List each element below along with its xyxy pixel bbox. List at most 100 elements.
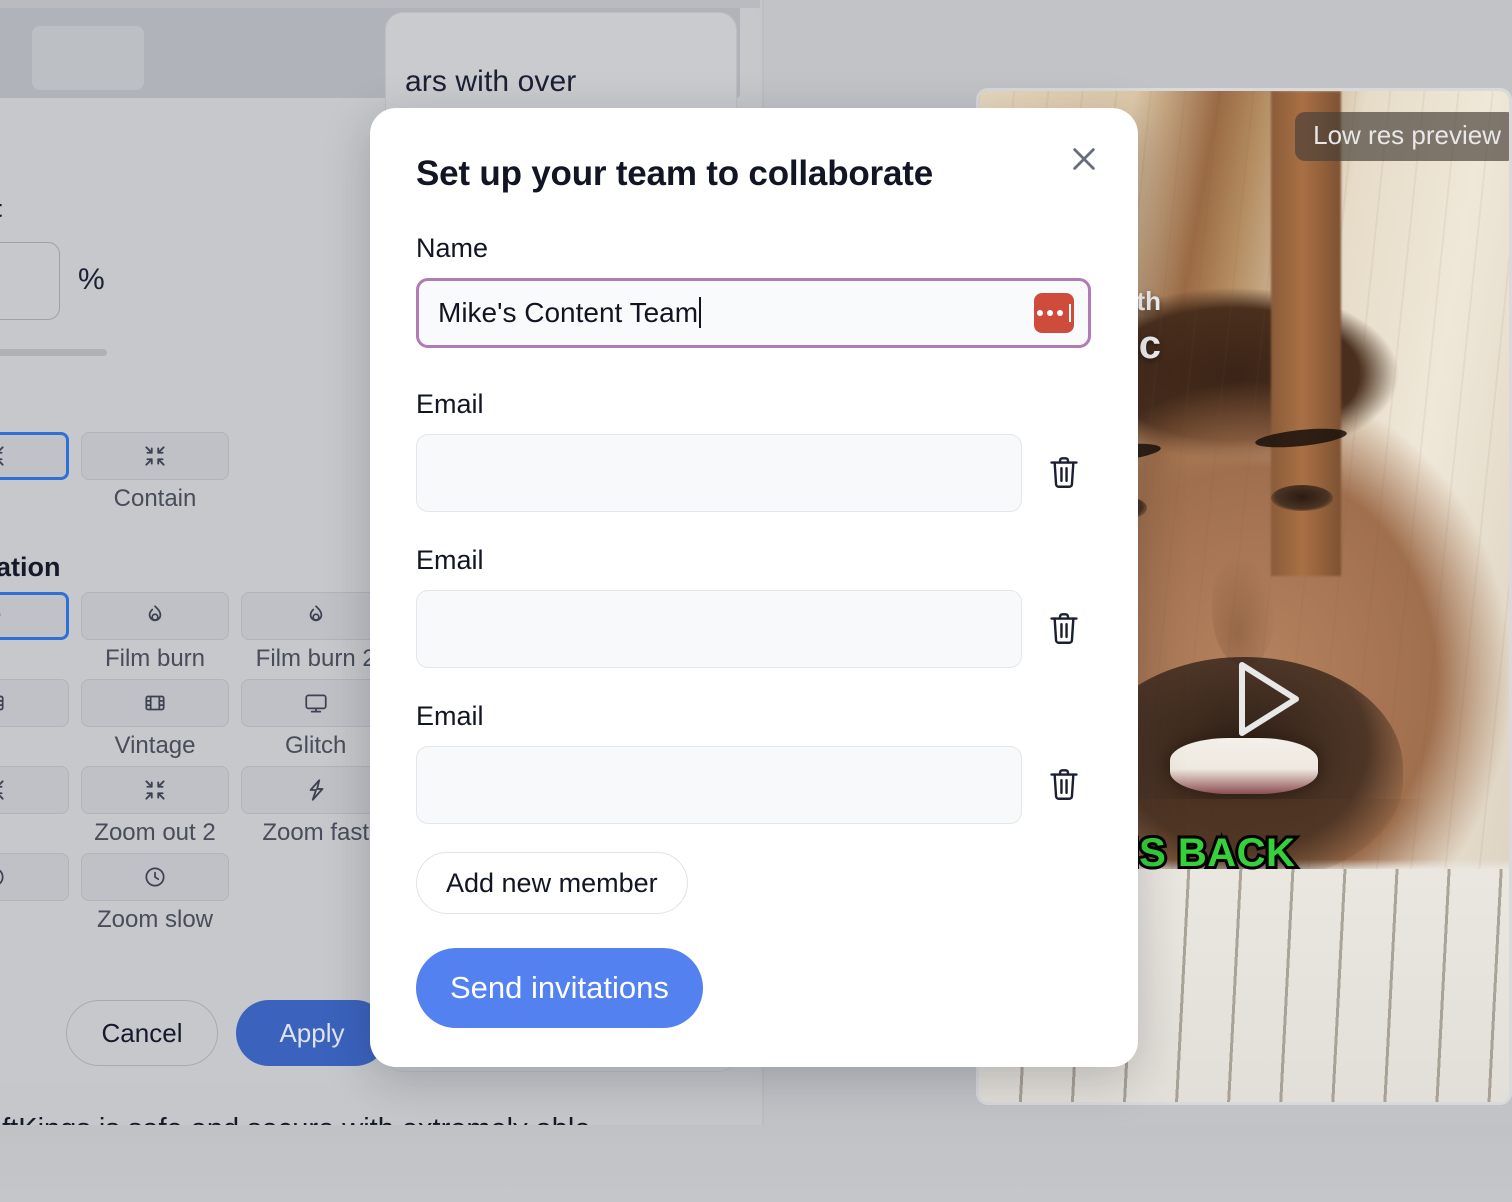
toolbar-chip[interactable] (32, 26, 144, 90)
preset-caption (0, 732, 69, 762)
preset-button[interactable] (80, 592, 230, 640)
play-icon[interactable] (1216, 651, 1312, 747)
text-caret (699, 297, 702, 328)
preset-cell-vintage[interactable]: Vintage (80, 679, 230, 762)
preset-cell-zoom-fast[interactable]: Zoom fast (241, 766, 391, 849)
preset-row: Zoom out 2 Zoom fast (0, 766, 391, 849)
preset-caption: Zoom out 2 (94, 819, 216, 846)
preset-button[interactable] (241, 679, 391, 727)
preset-cell-zoom-slow[interactable]: Zoom slow (80, 853, 230, 936)
preset-row: Film burn Film burn 2 (0, 592, 391, 675)
amount-number-input[interactable] (0, 242, 60, 320)
send-invitations-button[interactable]: Send invitations (416, 948, 703, 1028)
email-label: Email (416, 545, 484, 575)
preset-cell[interactable]: Contain (80, 432, 230, 515)
cancel-button[interactable]: Cancel (66, 1000, 218, 1066)
preset-caption: Zoom fast (262, 819, 370, 846)
zoom-out-icon (0, 443, 7, 469)
preset-caption (0, 645, 69, 675)
apply-button[interactable]: Apply (236, 1000, 388, 1066)
film-icon (142, 690, 168, 716)
screen-root: ars with over t % (0, 0, 1512, 1202)
animation-preset-grid: Film burn Film burn 2 Vintage Glitch Zoo… (0, 592, 391, 940)
preset-cell (241, 432, 390, 515)
password-manager-icon[interactable] (1034, 293, 1074, 333)
bottom-background (0, 1125, 1512, 1202)
preset-button[interactable] (241, 592, 391, 640)
email-input[interactable] (416, 434, 1022, 512)
preset-cell-zoom-out-2[interactable]: Zoom out 2 (80, 766, 230, 849)
trash-icon[interactable] (1042, 605, 1086, 653)
preset-row: Vintage Glitch (0, 679, 391, 762)
preset-button[interactable] (0, 853, 69, 901)
preset-row: Contain (0, 432, 390, 515)
email-row (416, 746, 1091, 824)
preset-cell[interactable] (0, 432, 69, 515)
trash-icon[interactable] (1042, 449, 1086, 497)
preset-button[interactable] (241, 766, 391, 814)
clock-icon (0, 864, 7, 890)
email-field-group-1: Email (416, 389, 1091, 512)
contain-icon (142, 443, 168, 469)
preset-cell-clipped[interactable] (0, 766, 69, 849)
preset-caption (0, 485, 69, 515)
preset-button[interactable] (0, 432, 69, 480)
percent-symbol: % (78, 263, 105, 296)
flame-icon (142, 603, 168, 629)
preset-cell-clipped[interactable] (0, 592, 69, 675)
preset-caption: Vintage (114, 732, 196, 759)
preset-caption (0, 906, 69, 936)
preset-button[interactable] (0, 766, 69, 814)
preset-cell-film-burn-2[interactable]: Film burn 2 (241, 592, 391, 675)
clock-icon (142, 864, 168, 890)
amount-slider[interactable] (0, 349, 107, 356)
top-strip (0, 0, 760, 8)
fit-preset-grid: Contain (0, 432, 390, 519)
zoom-out-icon (0, 777, 7, 803)
email-input[interactable] (416, 746, 1022, 824)
trash-icon[interactable] (1042, 761, 1086, 809)
preset-button[interactable] (0, 592, 69, 640)
preset-caption: Zoom slow (96, 906, 214, 933)
flame-icon (303, 603, 329, 629)
amount-label-fragment: t (0, 196, 2, 224)
name-input-value: Mike's Content Team (438, 297, 1034, 329)
email-label: Email (416, 389, 484, 419)
email-input[interactable] (416, 590, 1022, 668)
preset-row: Zoom slow (0, 853, 390, 936)
name-label: Name (416, 233, 489, 263)
email-field-group-3: Email (416, 701, 1091, 824)
nose (1212, 556, 1277, 667)
bolt-icon (303, 777, 329, 803)
preset-caption: Contain (113, 485, 197, 512)
preset-button[interactable] (0, 679, 69, 727)
preset-cell-glitch[interactable]: Glitch (241, 679, 391, 762)
email-label: Email (416, 701, 484, 731)
preset-cell-clipped[interactable] (0, 679, 69, 762)
email-row (416, 434, 1091, 512)
close-icon[interactable] (1062, 137, 1106, 181)
name-field-group: Name Mike's Content Team (416, 233, 1091, 348)
preset-button[interactable] (80, 853, 230, 901)
email-row (416, 590, 1091, 668)
email-field-group-2: Email (416, 545, 1091, 668)
preset-caption: Film burn (104, 645, 206, 672)
film-icon (0, 690, 7, 716)
page-title: Set up your team to collaborate (416, 154, 933, 193)
low-res-preview-badge: Low res preview (1295, 112, 1509, 161)
preset-button[interactable] (80, 432, 230, 480)
preset-cell (241, 853, 390, 936)
eye-right (1270, 485, 1333, 512)
name-input[interactable]: Mike's Content Team (416, 278, 1091, 348)
animation-section-label: nimation (0, 552, 61, 582)
zoom-out-icon (142, 777, 168, 803)
preset-button[interactable] (80, 679, 230, 727)
preset-button[interactable] (80, 766, 230, 814)
preset-cell-clipped[interactable] (0, 853, 69, 936)
preset-caption: Film burn 2 (255, 645, 376, 672)
team-setup-modal: Set up your team to collaborate Name Mik… (370, 108, 1138, 1067)
add-new-member-button[interactable]: Add new member (416, 852, 688, 914)
flame-icon (0, 603, 7, 629)
background-heading-fragment: ars with over (405, 65, 577, 98)
preset-cell-film-burn[interactable]: Film burn (80, 592, 230, 675)
